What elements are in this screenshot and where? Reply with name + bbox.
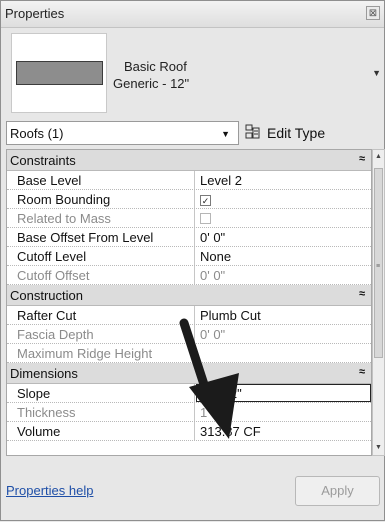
scroll-thumb[interactable]: ≡ [374,168,383,358]
row-rafter-cut[interactable]: Rafter Cut Plumb Cut [7,306,371,325]
row-base-level[interactable]: Base Level Level 2 [7,171,371,190]
properties-palette: Properties ⊠ Basic Roof Generic - 12" ▼ … [0,0,385,521]
row-label: Slope [7,384,195,402]
row-label: Volume [7,422,195,440]
row-label: Cutoff Level [7,247,195,265]
edit-type-icon [245,124,260,139]
family-name: Basic Roof [124,59,187,74]
row-label: Fascia Depth [7,325,195,343]
palette-title: Properties [5,6,65,21]
row-label: Thickness [7,403,195,421]
instance-filter-dropdown[interactable]: Roofs (1) ▼ [6,121,239,145]
group-label: Constraints [10,153,76,168]
scroll-up-icon[interactable]: ▲ [373,150,384,164]
slope-input[interactable]: 3" / 12" [196,384,371,402]
type-selector[interactable]: Basic Roof Generic - 12" ▼ [11,31,385,117]
row-label: Rafter Cut [7,306,195,324]
scroll-down-icon[interactable]: ▼ [373,441,384,455]
row-base-offset[interactable]: Base Offset From Level 0' 0" [7,228,371,247]
edit-type-button[interactable]: Edit Type [245,121,385,145]
collapse-icon[interactable]: ≈ [359,288,365,300]
row-value: ✓ [196,190,371,208]
row-value[interactable]: 0' 0" [196,228,371,246]
row-value[interactable]: Plumb Cut [196,306,371,324]
collapse-icon[interactable]: ≈ [359,366,365,378]
type-name: Generic - 12" [113,76,190,91]
chevron-down-icon[interactable]: ▼ [221,129,230,139]
properties-grid: Constraints ≈ Base Level Level 2 Room Bo… [6,149,372,456]
row-label: Base Offset From Level [7,228,195,246]
row-label: Maximum Ridge Height [7,344,195,362]
row-label: Related to Mass [7,209,195,227]
palette-footer: Properties help Apply [1,459,384,521]
chevron-down-icon[interactable]: ▼ [372,68,381,78]
instance-bar: Roofs (1) ▼ Edit Type [6,121,385,145]
row-value[interactable]: None [196,247,371,265]
row-value: 0' 0" [200,327,226,342]
related-to-mass-checkbox [200,213,211,224]
group-label: Construction [10,288,83,303]
row-slope[interactable]: Slope 3" / 12" [7,384,371,403]
row-value: 1' 0" [200,405,226,420]
palette-titlebar[interactable]: Properties ⊠ [1,1,384,28]
properties-help-link[interactable]: Properties help [6,483,93,498]
row-label: Cutoff Offset [7,266,195,284]
group-construction[interactable]: Construction ≈ [7,285,371,306]
row-label: Base Level [7,171,195,189]
row-thickness: Thickness 1' 0" [7,403,371,422]
collapse-icon[interactable]: ≈ [359,153,365,165]
type-preview [11,33,107,113]
vertical-scrollbar[interactable]: ▲ ≡ ▼ [372,149,385,456]
close-icon[interactable]: ⊠ [366,6,380,20]
row-value: 313.87 CF [200,424,261,439]
row-value[interactable]: Level 2 [196,171,371,189]
row-value [196,209,371,227]
row-fascia-depth: Fascia Depth 0' 0" [7,325,371,344]
row-value: 0' 0" [200,268,226,283]
row-value [196,344,371,362]
edit-type-label: Edit Type [267,125,326,141]
room-bounding-checkbox[interactable]: ✓ [200,195,211,206]
row-cutoff-offset: Cutoff Offset 0' 0" [7,266,371,285]
roof-swatch [16,61,103,85]
grip-icon: ≡ [376,263,381,270]
apply-button[interactable]: Apply [295,476,380,506]
row-cutoff-level[interactable]: Cutoff Level None [7,247,371,266]
row-label: Room Bounding [7,190,195,208]
instance-filter-label: Roofs (1) [10,126,64,141]
group-label: Dimensions [10,366,78,381]
row-volume: Volume 313.87 CF [7,422,371,441]
group-dimensions[interactable]: Dimensions ≈ [7,363,371,384]
row-related-to-mass: Related to Mass [7,209,371,228]
group-constraints[interactable]: Constraints ≈ [7,150,371,171]
row-room-bounding[interactable]: Room Bounding ✓ [7,190,371,209]
row-max-ridge-height: Maximum Ridge Height [7,344,371,363]
